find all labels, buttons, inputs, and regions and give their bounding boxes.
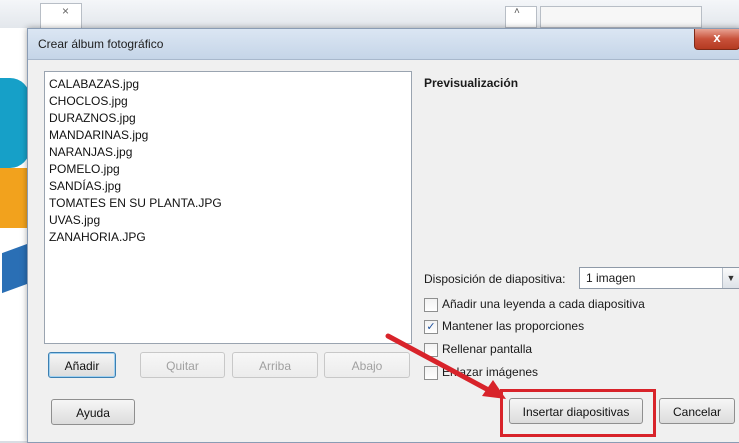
annotation-arrow	[385, 333, 506, 399]
